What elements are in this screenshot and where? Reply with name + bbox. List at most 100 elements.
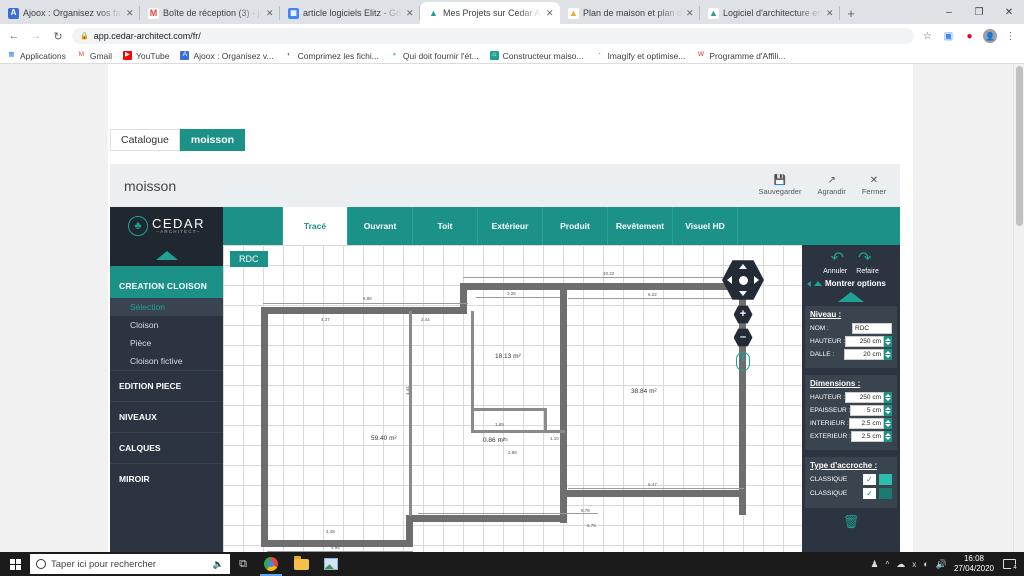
nav-tab-produit[interactable]: Produit [543, 207, 608, 245]
close-window-button[interactable]: ✕ [994, 0, 1024, 24]
pinterest-icon[interactable]: ● [962, 31, 977, 42]
volume-icon[interactable]: 🔊 [936, 559, 947, 570]
people-icon[interactable]: ♟ [870, 559, 878, 570]
browser-tab-active[interactable]: ▲ Mes Projets sur Cedar Architec ✕ [420, 2, 560, 24]
forward-icon[interactable]: → [28, 30, 44, 42]
stepper-up-icon[interactable] [885, 338, 891, 341]
tab-moisson[interactable]: moisson [179, 129, 246, 151]
floorplan-canvas[interactable]: RDC 59.40 m² 18.13 m² 38.84 m² 0.86 m² 6… [223, 245, 802, 552]
taskbar-app-chrome[interactable] [256, 552, 286, 576]
accroche-color-swatch[interactable] [879, 474, 892, 485]
dim-interieur-input[interactable]: 2.5 cm [848, 418, 884, 429]
tab-close-icon[interactable]: ✕ [266, 8, 274, 18]
browser-tab[interactable]: ▲ Logiciel d'architecture en ligne ✕ [700, 2, 840, 24]
scrollbar-thumb[interactable] [1016, 66, 1023, 226]
arrow-left-icon[interactable] [727, 276, 732, 284]
dim-hauteur-input[interactable]: 250 cm [845, 392, 884, 403]
microphone-icon[interactable]: 🔈 [213, 559, 224, 570]
tab-close-icon[interactable]: ✕ [686, 8, 694, 18]
tab-close-icon[interactable]: ✕ [826, 8, 834, 18]
level-badge[interactable]: RDC [230, 251, 268, 267]
reload-icon[interactable]: ↻ [50, 30, 66, 43]
maximize-button[interactable]: ❐ [964, 0, 994, 24]
niveau-hauteur-input[interactable]: 250 cm [845, 336, 884, 347]
sidebar-item-calques[interactable]: CALQUES [110, 432, 223, 463]
tab-close-icon[interactable]: ✕ [126, 8, 134, 18]
chrome-menu-icon[interactable]: ⋮ [1003, 31, 1018, 42]
translate-icon[interactable]: ▣ [941, 31, 956, 42]
dim-hauteur-stepper[interactable] [884, 392, 892, 403]
stepper-down-icon[interactable] [885, 437, 891, 440]
stepper-up-icon[interactable] [885, 351, 891, 354]
show-options-toggle[interactable]: Montrer options [805, 275, 897, 290]
zoom-in-button[interactable]: + [733, 305, 753, 324]
start-button[interactable] [0, 552, 30, 576]
accroche-checkbox[interactable]: ✓ [863, 488, 876, 499]
sidebar-item-edition-piece[interactable]: EDITION PIECE [110, 370, 223, 401]
browser-tab[interactable]: ▲ Plan de maison et plan d'appa ✕ [560, 2, 700, 24]
bookmark-item[interactable]: ● Qui doit fournir l'ét... [389, 51, 479, 61]
nav-tab-revetement[interactable]: Revêtement [608, 207, 673, 245]
stepper-up-icon[interactable] [885, 394, 891, 397]
clock[interactable]: 16:08 27/04/2020 [954, 554, 994, 574]
delete-icon[interactable]: 🗑 [805, 515, 897, 528]
page-scrollbar[interactable] [1013, 64, 1024, 552]
accroche-checkbox[interactable]: ✓ [863, 474, 876, 485]
stepper-down-icon[interactable] [885, 342, 891, 345]
redo-label[interactable]: Refaire [856, 268, 879, 275]
sidebar-item-miroir[interactable]: MIROIR [110, 463, 223, 494]
stepper-up-icon[interactable] [885, 420, 891, 423]
bookmark-item[interactable]: W Programme d'Affili... [696, 51, 786, 61]
nav-tab-exterieur[interactable]: Extérieur [478, 207, 543, 245]
mouse-help-icon[interactable] [736, 352, 750, 371]
zoom-out-button[interactable]: – [733, 328, 753, 347]
sidebar-item-cloison-fictive[interactable]: Cloison fictive [110, 352, 223, 370]
dim-epaisseur-input[interactable]: 5 cm [850, 405, 884, 416]
bookmark-item[interactable]: ⌂ Constructeur maiso... [489, 51, 583, 61]
bookmark-item[interactable]: ▶ YouTube [123, 51, 169, 61]
pan-control-icon[interactable] [722, 260, 764, 300]
enlarge-button[interactable]: ↗ Agrandir [817, 175, 845, 196]
new-tab-button[interactable]: + [840, 2, 862, 24]
onedrive-icon[interactable]: ☁ [896, 559, 905, 570]
niveau-dalle-stepper[interactable] [884, 349, 892, 360]
bookmark-item[interactable]: M Gmail [76, 51, 112, 61]
tab-catalogue[interactable]: Catalogue [110, 129, 180, 151]
profile-avatar[interactable]: 👤 [983, 29, 997, 43]
nav-tab-visuel-hd[interactable]: Visuel HD [673, 207, 738, 245]
sidebar-item-niveaux[interactable]: NIVEAUX [110, 401, 223, 432]
bookmark-item[interactable]: ▦ Applications [7, 51, 66, 61]
address-bar[interactable]: 🔒 app.cedar-architect.com/fr/ [72, 28, 914, 44]
dim-exterieur-input[interactable]: 2.5 cm [850, 431, 884, 442]
accroche-color-swatch[interactable] [879, 488, 892, 499]
tab-close-icon[interactable]: ✕ [406, 8, 414, 18]
sidebar-item-selection[interactable]: Sélection [110, 298, 223, 316]
task-view-icon[interactable]: ⧉ [230, 552, 256, 576]
bookmark-item[interactable]: ◔ Imagify et optimise... [594, 51, 685, 61]
arrow-down-icon[interactable] [739, 291, 747, 296]
save-button[interactable]: 💾 Sauvegarder [759, 175, 802, 196]
bookmark-star-icon[interactable]: ☆ [920, 31, 935, 42]
stepper-down-icon[interactable] [885, 424, 891, 427]
arrow-up-icon[interactable] [739, 264, 747, 269]
stepper-down-icon[interactable] [885, 398, 891, 401]
battery-icon[interactable]: x [912, 560, 916, 569]
redo-icon[interactable]: ↷ [858, 251, 871, 267]
stepper-down-icon[interactable] [885, 411, 891, 414]
taskbar-app-explorer[interactable] [286, 552, 316, 576]
wifi-icon[interactable]: ◐ [923, 559, 928, 569]
taskbar-app-photos[interactable] [316, 552, 346, 576]
bookmark-item[interactable]: A Ajoox : Organisez v... [180, 51, 274, 61]
stepper-up-icon[interactable] [885, 433, 891, 436]
browser-tab[interactable]: A Ajoox : Organisez vos favoris e ✕ [0, 2, 140, 24]
niveau-dalle-input[interactable]: 20 cm [844, 349, 884, 360]
tab-close-icon[interactable]: ✕ [546, 8, 554, 18]
nav-tab-toit[interactable]: Toit [413, 207, 478, 245]
close-button[interactable]: ✕ Fermer [862, 175, 886, 196]
sidebar-item-creation-cloison[interactable]: CREATION CLOISON [110, 274, 223, 298]
sidebar-collapse-button[interactable] [110, 245, 223, 266]
dim-interieur-stepper[interactable] [884, 418, 892, 429]
niveau-nom-input[interactable]: RDC [852, 323, 892, 334]
back-icon[interactable]: ← [6, 30, 22, 42]
stepper-up-icon[interactable] [885, 407, 891, 410]
